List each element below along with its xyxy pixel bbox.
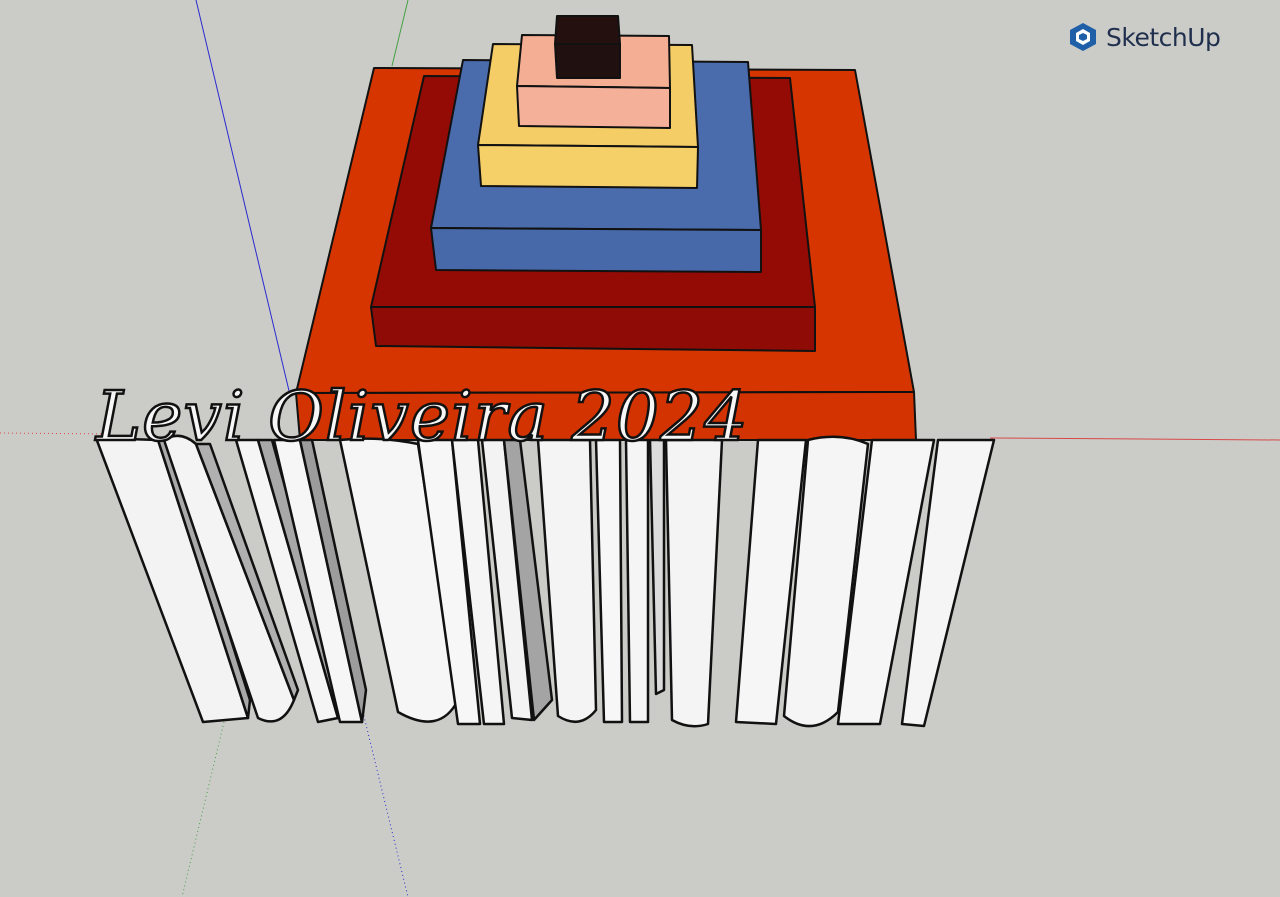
extruded-text-prisms[interactable]: [94, 434, 996, 728]
model-scene[interactable]: Levi Oliveira 2024: [0, 0, 1280, 897]
z-axis: [195, 0, 291, 396]
y-axis-negative: [181, 721, 225, 897]
x-axis-negative: [0, 432, 111, 435]
extruded-text-label[interactable]: Levi Oliveira 2024: [93, 377, 749, 459]
model-viewport[interactable]: Levi Oliveira 2024 SketchUp: [0, 0, 1280, 897]
sketchup-logo-icon: [1070, 23, 1096, 51]
x-axis: [989, 437, 1280, 441]
y-axis: [391, 0, 409, 67]
sketchup-brand-name: SketchUp: [1106, 22, 1221, 52]
sketchup-brand: SketchUp: [1068, 22, 1221, 52]
layer-top-cube[interactable]: [554, 15, 621, 79]
pyramid[interactable]: [295, 15, 917, 441]
z-axis-negative: [359, 699, 409, 897]
